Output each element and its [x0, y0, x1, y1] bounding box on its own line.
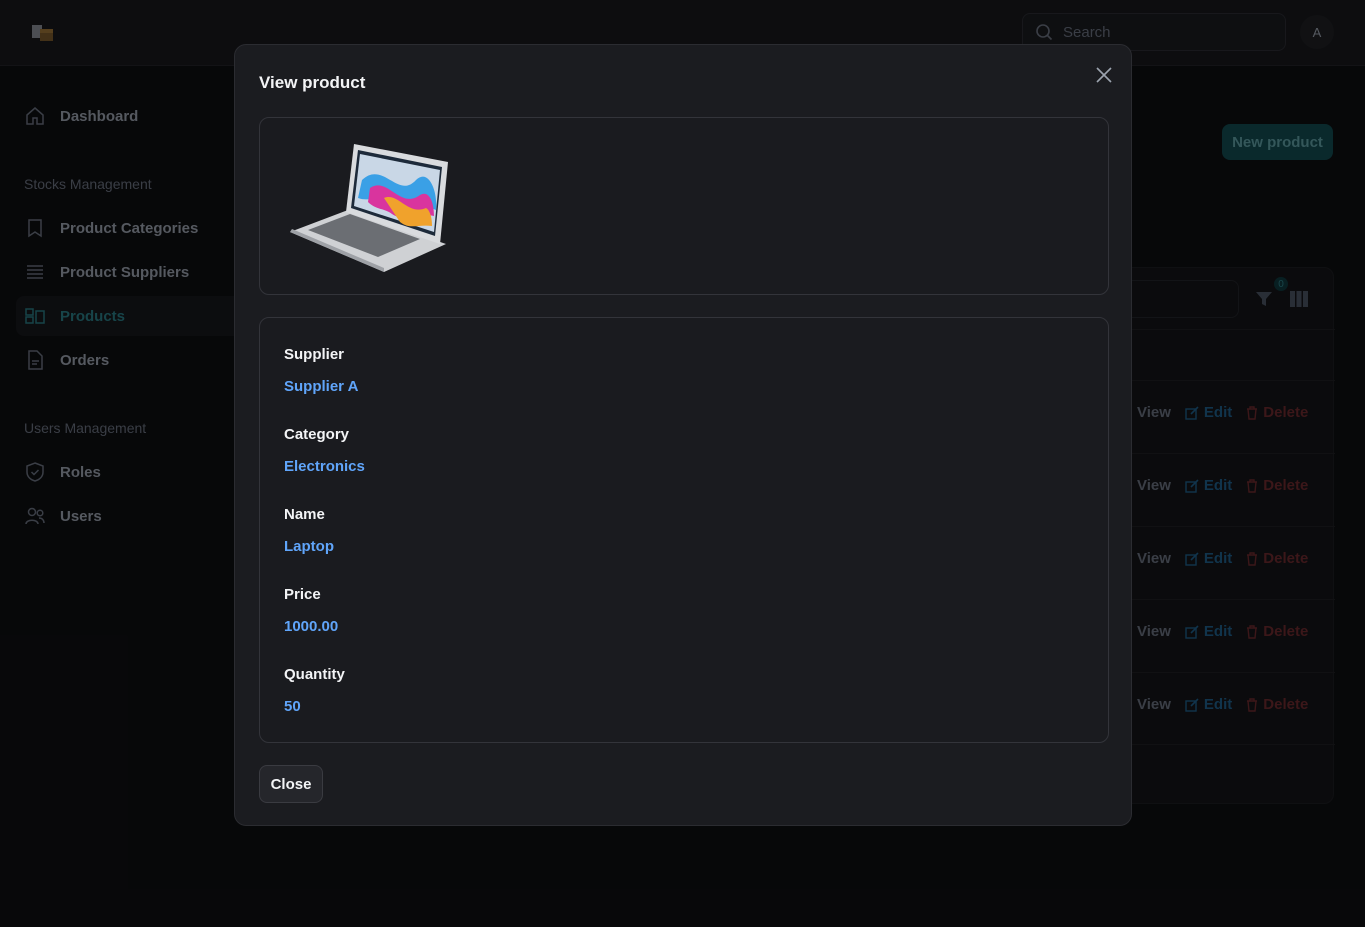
field-value: 1000.00 [284, 618, 339, 635]
field-label: Name [284, 506, 325, 523]
field-value: 50 [284, 698, 301, 715]
field-quantity: Quantity 50 [284, 666, 345, 716]
field-name: Name Laptop [284, 506, 334, 556]
field-supplier: Supplier Supplier A [284, 346, 358, 396]
close-icon[interactable] [1093, 64, 1115, 86]
field-label: Quantity [284, 666, 345, 683]
product-image-card [259, 117, 1109, 295]
field-price: Price 1000.00 [284, 586, 338, 636]
field-label: Price [284, 586, 321, 603]
modal-title: View product [259, 73, 366, 92]
field-value[interactable]: Electronics [284, 458, 365, 476]
field-label: Supplier [284, 346, 345, 363]
field-value[interactable]: Supplier A [284, 378, 358, 396]
field-category: Category Electronics [284, 426, 365, 476]
close-button[interactable]: Close [259, 765, 323, 803]
view-product-modal: View product Supplier Supplier A Categor… [234, 44, 1132, 826]
field-value: Laptop [284, 538, 334, 555]
field-label: Category [284, 426, 350, 443]
product-image [290, 144, 448, 272]
product-details-card: Supplier Supplier A Category Electronics… [259, 317, 1109, 743]
